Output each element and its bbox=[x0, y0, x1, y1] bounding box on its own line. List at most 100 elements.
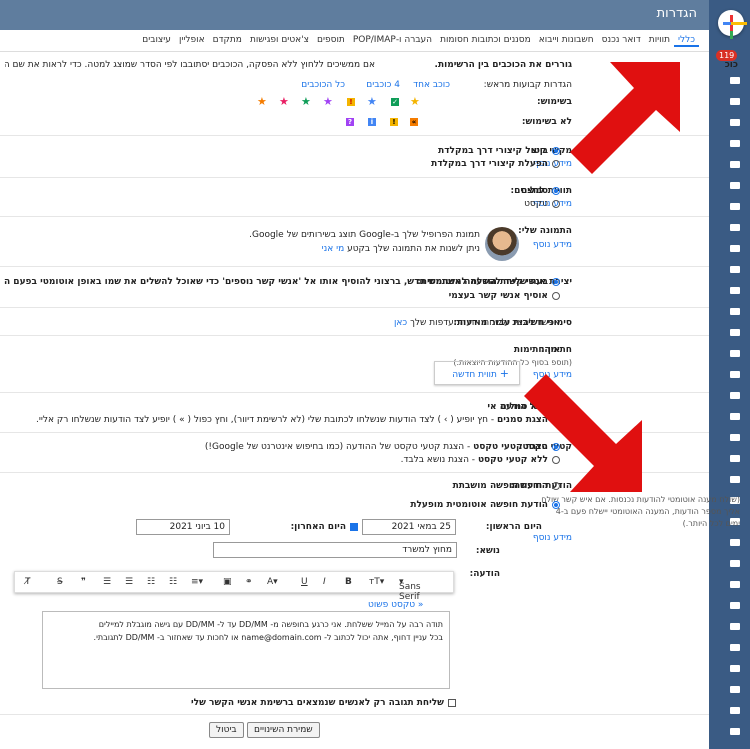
star-yellow-icon[interactable]: ★ bbox=[410, 95, 420, 108]
italic-icon[interactable]: I bbox=[323, 577, 326, 587]
icons-option[interactable]: סמלים bbox=[521, 186, 560, 196]
text-radio[interactable] bbox=[552, 199, 560, 208]
text-option[interactable]: טקסט bbox=[524, 199, 560, 209]
auto-contacts-radio[interactable] bbox=[552, 277, 560, 286]
importance-link[interactable]: כאן bbox=[394, 318, 407, 328]
shortcuts-on-radio[interactable] bbox=[552, 159, 560, 168]
avatar[interactable] bbox=[485, 227, 519, 261]
blue-info-icon[interactable]: i bbox=[368, 118, 376, 126]
label-icon[interactable] bbox=[730, 728, 740, 735]
shortcuts-on-option[interactable]: הפעלת קיצורי דרך במקלדת bbox=[431, 159, 560, 169]
tab-addons[interactable]: תוספים bbox=[313, 30, 349, 45]
text-color-icon[interactable]: A▾ bbox=[267, 577, 278, 587]
tab-offline[interactable]: אופליין bbox=[175, 30, 209, 45]
label-icon[interactable] bbox=[730, 203, 740, 210]
tab-themes[interactable]: עיצובים bbox=[138, 30, 175, 45]
clear-format-icon[interactable]: T̸ bbox=[25, 577, 31, 587]
no-snippets-radio[interactable] bbox=[552, 455, 560, 464]
show-symbols-option[interactable]: הצגת סמנים - חץ יופיע ( › ) לצד הודעות ש… bbox=[0, 415, 560, 425]
bold-icon[interactable]: B bbox=[345, 577, 352, 587]
label-icon[interactable] bbox=[730, 707, 740, 714]
label-icon[interactable] bbox=[730, 644, 740, 651]
label-icon[interactable] bbox=[730, 266, 740, 273]
tab-forwarding[interactable]: העברה ו-POP/IMAP bbox=[349, 30, 436, 45]
preset-four-stars[interactable]: 4 כוכבים bbox=[366, 80, 400, 90]
label-icon[interactable] bbox=[730, 308, 740, 315]
font-size-icon[interactable]: ᴛT▾ bbox=[369, 577, 384, 587]
font-select[interactable]: Sans Serif ▾ bbox=[399, 577, 421, 602]
icons-radio[interactable] bbox=[552, 186, 560, 195]
indent-more-icon[interactable]: ☰ bbox=[103, 577, 111, 587]
signature-more-link[interactable]: מידע נוסף bbox=[533, 370, 572, 380]
strikethrough-icon[interactable]: S̶ bbox=[57, 577, 63, 587]
label-icon[interactable] bbox=[730, 455, 740, 462]
last-day-option[interactable]: היום האחרון: bbox=[291, 522, 358, 532]
label-icon[interactable] bbox=[730, 140, 740, 147]
orange-guillemet-icon[interactable]: « bbox=[410, 118, 418, 126]
last-day-input[interactable]: 10 ביוני 2021 bbox=[136, 519, 230, 535]
quote-icon[interactable]: ❞ bbox=[81, 577, 86, 587]
manual-contacts-option[interactable]: אוסיף אנשי קשר בעצמי bbox=[449, 291, 560, 301]
label-icon[interactable] bbox=[730, 392, 740, 399]
label-icon[interactable] bbox=[730, 581, 740, 588]
show-snippets-option[interactable]: הצגת קטעי טקסט - הצגת קטעי טקסט של ההודע… bbox=[205, 442, 560, 452]
show-symbols-radio[interactable] bbox=[552, 415, 560, 424]
numbered-list-icon[interactable]: ☷ bbox=[169, 577, 177, 587]
star-red-icon[interactable]: ★ bbox=[279, 95, 289, 108]
plain-text-link[interactable]: « טקסט פשוט bbox=[368, 600, 423, 610]
label-icon[interactable] bbox=[730, 224, 740, 231]
image-icon[interactable]: ▣ bbox=[223, 577, 232, 587]
star-orange-icon[interactable]: ★ bbox=[257, 95, 267, 108]
tab-labels[interactable]: תוויות bbox=[645, 30, 674, 45]
new-signature-button[interactable]: + תווית חדשה bbox=[434, 361, 520, 385]
label-icon[interactable] bbox=[730, 539, 740, 546]
label-icon[interactable] bbox=[730, 119, 740, 126]
tab-advanced[interactable]: מתקדם bbox=[209, 30, 246, 45]
shortcuts-off-radio[interactable] bbox=[552, 146, 560, 155]
last-day-checkbox[interactable] bbox=[350, 522, 358, 531]
no-symbols-option[interactable]: ללא סמלים bbox=[500, 402, 560, 412]
show-snippets-radio[interactable] bbox=[552, 442, 560, 451]
no-symbols-radio[interactable] bbox=[552, 402, 560, 411]
contacts-only-checkbox[interactable] bbox=[448, 698, 456, 707]
purple-question-icon[interactable]: ? bbox=[346, 118, 354, 126]
save-button[interactable]: שמירת השינויים bbox=[247, 722, 320, 738]
star-purple-icon[interactable]: ★ bbox=[323, 95, 333, 108]
vacation-off-option[interactable]: הודעת חופשה מושבתת bbox=[453, 481, 560, 491]
label-icon[interactable] bbox=[730, 665, 740, 672]
label-icon[interactable] bbox=[730, 287, 740, 294]
about-me-link[interactable]: מי אני bbox=[322, 244, 345, 254]
label-icon[interactable] bbox=[730, 686, 740, 693]
vacation-on-radio[interactable] bbox=[552, 500, 560, 509]
label-icon[interactable] bbox=[730, 434, 740, 441]
label-icon[interactable] bbox=[730, 245, 740, 252]
compose-button[interactable] bbox=[718, 10, 747, 39]
label-icon[interactable] bbox=[730, 413, 740, 420]
message-editor[interactable]: תודה רבה על המייל ששלחת. אני כרגע בחופשה… bbox=[42, 611, 450, 689]
label-icon[interactable] bbox=[730, 476, 740, 483]
no-snippets-option[interactable]: ללא קטעי טקסט - הצגת נושא בלבד. bbox=[401, 455, 560, 465]
align-icon[interactable]: ≡▾ bbox=[191, 577, 203, 587]
label-icon[interactable] bbox=[730, 623, 740, 630]
label-icon[interactable] bbox=[730, 98, 740, 105]
manual-contacts-radio[interactable] bbox=[552, 291, 560, 300]
label-icon[interactable] bbox=[730, 350, 740, 357]
underline-icon[interactable]: U bbox=[301, 577, 308, 587]
indent-less-icon[interactable]: ☰ bbox=[125, 577, 133, 587]
label-icon[interactable] bbox=[730, 77, 740, 84]
vacation-more-link[interactable]: מידע נוסף bbox=[533, 533, 572, 543]
label-icon[interactable] bbox=[730, 182, 740, 189]
star-blue-icon[interactable]: ★ bbox=[367, 95, 377, 108]
label-icon[interactable] bbox=[730, 329, 740, 336]
auto-contacts-option[interactable]: בעת שליחת הודעה למשתמש חדש, ברצוני להוסי… bbox=[0, 277, 560, 287]
vacation-off-radio[interactable] bbox=[552, 481, 560, 490]
vacation-on-option[interactable]: הודעת חופשה אוטומטית מופעלת bbox=[410, 500, 560, 510]
tab-filters[interactable]: מסננים וכתובות חסומות bbox=[436, 30, 535, 45]
preset-all-stars[interactable]: כל הכוכבים bbox=[301, 80, 345, 90]
red-bang-icon[interactable]: ! bbox=[347, 98, 355, 106]
green-check-icon[interactable]: ✓ bbox=[391, 98, 399, 106]
link-icon[interactable]: ⚭ bbox=[245, 577, 253, 587]
tab-chat[interactable]: צ'אטים ופגישות bbox=[246, 30, 313, 45]
label-icon[interactable] bbox=[730, 371, 740, 378]
contacts-only-option[interactable]: שליחת תגובה רק לאנשים שנמצאים ברשימת אנש… bbox=[191, 698, 456, 708]
